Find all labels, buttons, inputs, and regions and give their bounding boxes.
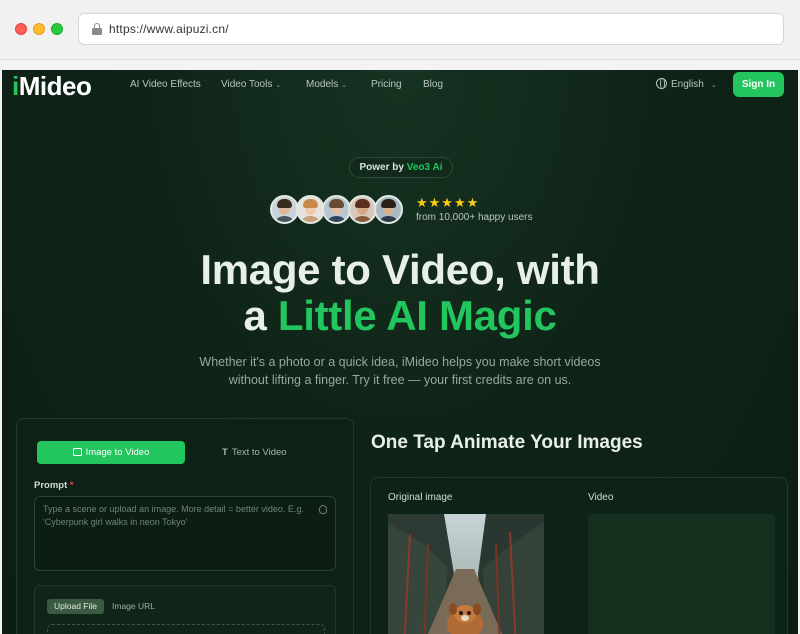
address-bar[interactable]: https://www.aipuzi.cn/	[78, 13, 784, 45]
upload-area: Upload File Image URL	[34, 585, 336, 634]
hero-subtitle-line1: Whether it's a photo or a quick idea, iM…	[199, 355, 601, 369]
hero-title-line1: Image to Video, with	[200, 246, 600, 293]
chevron-down-icon: ⌄	[341, 82, 348, 89]
url-text: https://www.aipuzi.cn/	[109, 22, 229, 36]
maximize-window-button[interactable]	[51, 23, 63, 35]
nav-item-models[interactable]: Models ⌄	[306, 79, 347, 90]
sign-in-button[interactable]: Sign In	[733, 72, 784, 97]
forest-path-image	[388, 514, 544, 634]
chevron-down-icon: ⌄	[710, 82, 717, 89]
text-icon: T	[222, 447, 228, 458]
browser-window: https://www.aipuzi.cn/ iMideo AI Video E…	[0, 0, 800, 634]
avatar	[374, 195, 403, 224]
avatar	[322, 195, 351, 224]
image-url-tab[interactable]: Image URL	[112, 599, 155, 614]
close-window-button[interactable]	[15, 23, 27, 35]
drop-zone[interactable]	[47, 624, 325, 634]
top-nav: iMideo AI Video Effects Video Tools ⌄ Mod…	[2, 70, 798, 102]
upload-file-tab[interactable]: Upload File	[47, 599, 104, 614]
rating-stars-icon: ★★★★★	[416, 195, 480, 210]
video-preview[interactable]	[588, 514, 775, 634]
hero-title-line2: a Little AI Magic	[243, 292, 557, 339]
tab-image-to-video[interactable]: Image to Video	[37, 441, 185, 464]
video-label: Video	[588, 492, 614, 503]
minimize-window-button[interactable]	[33, 23, 45, 35]
showcase-title: One Tap Animate Your Images	[371, 432, 643, 453]
prompt-input[interactable]: Type a scene or upload an image. More de…	[34, 496, 336, 571]
avatar	[348, 195, 377, 224]
user-avatars	[270, 195, 405, 225]
avatar	[296, 195, 325, 224]
prompt-label: Prompt *	[34, 480, 74, 491]
nav-item-pricing[interactable]: Pricing	[371, 79, 402, 90]
happy-users-text: from 10,000+ happy users	[416, 212, 533, 223]
globe-icon	[656, 78, 667, 89]
nav-item-video-tools[interactable]: Video Tools ⌄	[221, 79, 281, 90]
lightbulb-icon[interactable]	[319, 505, 327, 514]
website: iMideo AI Video Effects Video Tools ⌄ Mod…	[2, 70, 798, 634]
nav-item-ai-video-effects[interactable]: AI Video Effects	[130, 79, 201, 90]
imideo-logo[interactable]: iMideo	[12, 71, 92, 102]
generator-panel: Image to Video T Text to Video Prompt * T…	[16, 418, 354, 634]
chevron-down-icon: ⌄	[275, 82, 282, 89]
image-icon	[72, 448, 82, 456]
browser-chrome: https://www.aipuzi.cn/	[0, 0, 800, 60]
avatar	[270, 195, 299, 224]
original-image	[388, 514, 544, 634]
nav-item-blog[interactable]: Blog	[423, 79, 443, 90]
prompt-placeholder: Type a scene or upload an image. More de…	[43, 504, 304, 527]
hero-subtitle-line2: without lifting a finger. Try it free — …	[228, 373, 572, 387]
original-image-label: Original image	[388, 492, 453, 503]
language-selector[interactable]: English ⌄	[656, 78, 717, 90]
showcase-panel: Original image Video	[370, 477, 788, 634]
tab-text-to-video[interactable]: T Text to Video	[222, 441, 302, 464]
power-by-badge: Power by Veo3 Ai	[349, 157, 453, 178]
lock-icon	[92, 23, 102, 35]
